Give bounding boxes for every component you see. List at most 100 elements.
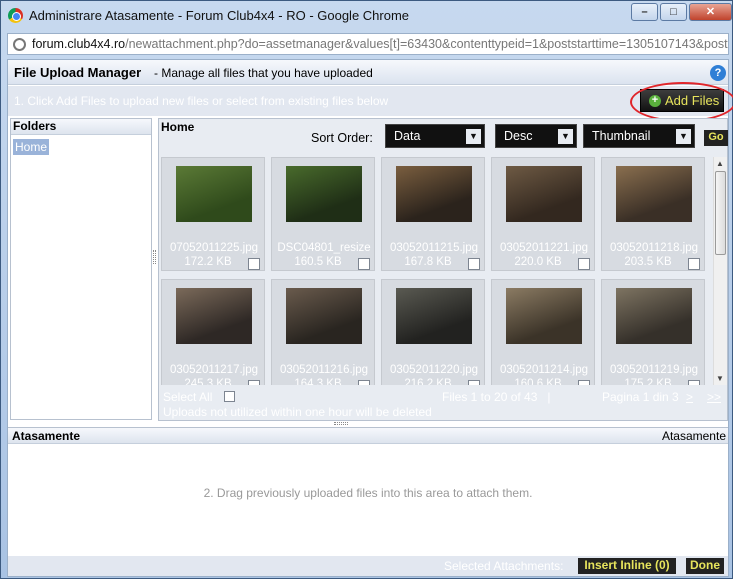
plus-circle-icon: +: [649, 95, 661, 107]
pagination-text: Pagina 1 din 3: [602, 390, 679, 404]
file-thumbnail[interactable]: [176, 288, 252, 344]
file-size: 245.3 KB: [184, 378, 232, 385]
file-tile[interactable]: 03052011218.jpg 203.5 KB: [601, 157, 705, 271]
browser-toolbar: Home Sort Order: Data ▼ Desc ▼ Thumbnail…: [159, 119, 728, 153]
file-name: 03052011214.jpg: [499, 364, 589, 376]
file-thumbnail[interactable]: [616, 166, 692, 222]
sort-direction-select[interactable]: Desc ▼: [495, 124, 577, 148]
file-size: 167.8 KB: [404, 256, 452, 268]
chevron-down-icon: ▼: [676, 129, 691, 144]
close-button[interactable]: ✕: [689, 3, 732, 21]
file-checkbox[interactable]: [358, 380, 370, 385]
file-thumbnail[interactable]: [286, 288, 362, 344]
attachments-title: Atasamente: [12, 429, 81, 443]
select-all-label: Select All: [163, 390, 213, 404]
file-thumbnail[interactable]: [176, 166, 252, 222]
file-checkbox[interactable]: [468, 258, 480, 270]
select-all-checkbox[interactable]: [224, 391, 235, 402]
attachments-header: Atasamente Atasamente: [8, 428, 728, 444]
file-tile[interactable]: 03052011219.jpg 175.2 KB: [601, 279, 705, 385]
page-title: File Upload Manager: [14, 65, 142, 80]
file-thumbnail[interactable]: [396, 166, 472, 222]
file-size: 164.3 KB: [294, 378, 342, 385]
attachments-panel: Atasamente Atasamente 2. Drag previously…: [8, 427, 728, 576]
file-name: 03052011216.jpg: [279, 364, 369, 376]
page-subtitle: - Manage all files that you have uploade…: [154, 66, 373, 80]
file-tile[interactable]: 03052011216.jpg 164.3 KB: [271, 279, 375, 385]
file-size: 160.6 KB: [514, 378, 562, 385]
file-thumbnail[interactable]: [616, 288, 692, 344]
file-checkbox[interactable]: [248, 380, 260, 385]
file-thumbnail[interactable]: [396, 288, 472, 344]
address-bar[interactable]: forum.club4x4.ro/newattachment.php?do=as…: [7, 33, 729, 55]
chrome-icon: [8, 8, 23, 23]
go-button[interactable]: Go: [704, 130, 728, 146]
file-name: 03052011215.jpg: [389, 242, 479, 254]
file-name: 03052011219.jpg: [609, 364, 699, 376]
help-icon[interactable]: ?: [710, 65, 726, 81]
file-browser: Home Sort Order: Data ▼ Desc ▼ Thumbnail…: [158, 118, 728, 421]
file-checkbox[interactable]: [578, 380, 590, 385]
window-title: Administrare Atasamente - Forum Club4x4 …: [29, 8, 410, 23]
browser-window: Administrare Atasamente - Forum Club4x4 …: [0, 0, 733, 579]
minimize-button[interactable]: –: [631, 3, 658, 21]
file-checkbox[interactable]: [468, 380, 480, 385]
url-text: forum.club4x4.ro/newattachment.php?do=as…: [32, 37, 728, 51]
folders-title: Folders: [11, 119, 151, 135]
file-thumbnail[interactable]: [286, 166, 362, 222]
file-tile[interactable]: 03052011220.jpg 216.2 KB: [381, 279, 485, 385]
vertical-scrollbar[interactable]: ▲ ▼: [713, 157, 727, 385]
current-folder-title: Home: [161, 120, 195, 134]
add-files-button[interactable]: + Add Files: [640, 89, 724, 112]
manager-header: File Upload Manager - Manage all files t…: [8, 60, 728, 85]
file-name: 07052011225.jpg: [169, 242, 259, 254]
sort-order-label: Sort Order:: [311, 131, 373, 145]
done-button[interactable]: Done: [686, 558, 724, 574]
attachments-footer: Selected Attachments: Insert Inline (0) …: [8, 556, 728, 576]
file-tile[interactable]: 03052011214.jpg 160.6 KB: [491, 279, 595, 385]
thumbnail-grid: 07052011225.jpg 172.2 KB DSC04801_resize 16…: [161, 157, 716, 385]
next-page-link[interactable]: >: [686, 390, 693, 404]
scroll-up-icon[interactable]: ▲: [716, 159, 724, 168]
drag-hint-text: 2. Drag previously uploaded files into t…: [203, 486, 533, 500]
file-tile[interactable]: 03052011215.jpg 167.8 KB: [381, 157, 485, 271]
uploads-note: Uploads not utilized within one hour wil…: [163, 405, 432, 419]
folder-item-home[interactable]: Home: [13, 139, 50, 155]
sort-field-select[interactable]: Data ▼: [385, 124, 485, 148]
file-size: 220.0 KB: [514, 256, 562, 268]
file-name: 03052011218.jpg: [609, 242, 699, 254]
last-page-link[interactable]: >>: [707, 390, 721, 404]
file-tile[interactable]: 03052011217.jpg 245.3 KB: [161, 279, 265, 385]
file-thumbnail[interactable]: [506, 166, 582, 222]
file-size: 172.2 KB: [184, 256, 232, 268]
file-tile[interactable]: DSC04801_resize 160.5 KB: [271, 157, 375, 271]
instructions-bar: 1. Click Add Files to upload new files o…: [8, 86, 728, 116]
view-mode-select[interactable]: Thumbnail ▼: [583, 124, 695, 148]
chevron-down-icon: ▼: [558, 129, 573, 144]
file-checkbox[interactable]: [248, 258, 260, 270]
insert-inline-button[interactable]: Insert Inline (0): [578, 558, 676, 574]
file-name: 03052011220.jpg: [389, 364, 479, 376]
file-thumbnail[interactable]: [506, 288, 582, 344]
file-size: 216.2 KB: [404, 378, 452, 385]
horizontal-splitter[interactable]: [334, 422, 348, 425]
selected-attachments-label: Selected Attachments:: [444, 559, 564, 573]
file-name: 03052011221.jpg: [499, 242, 589, 254]
chevron-down-icon: ▼: [466, 129, 481, 144]
file-checkbox[interactable]: [358, 258, 370, 270]
maximize-button[interactable]: □: [660, 3, 687, 21]
attachments-label-right: Atasamente: [661, 429, 726, 443]
file-size: 175.2 KB: [624, 378, 672, 385]
scroll-down-icon[interactable]: ▼: [716, 374, 724, 383]
scrollbar-thumb[interactable]: [715, 171, 726, 255]
file-checkbox[interactable]: [688, 380, 700, 385]
file-checkbox[interactable]: [578, 258, 590, 270]
page-icon: [13, 38, 26, 51]
instructions-text: 1. Click Add Files to upload new files o…: [14, 94, 389, 108]
file-tile[interactable]: 07052011225.jpg 172.2 KB: [161, 157, 265, 271]
file-name: 03052011217.jpg: [169, 364, 259, 376]
title-bar: Administrare Atasamente - Forum Club4x4 …: [1, 1, 733, 31]
file-checkbox[interactable]: [688, 258, 700, 270]
file-tile[interactable]: 03052011221.jpg 220.0 KB: [491, 157, 595, 271]
vertical-splitter[interactable]: [153, 250, 156, 264]
